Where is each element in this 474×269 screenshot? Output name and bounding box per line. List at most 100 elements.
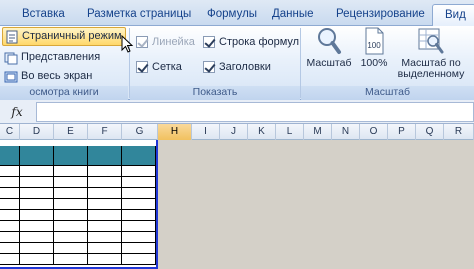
- table-cell[interactable]: [88, 243, 122, 254]
- table-row[interactable]: [0, 210, 156, 221]
- table-cell[interactable]: [88, 146, 122, 166]
- zoom-button[interactable]: Масштаб: [306, 26, 352, 86]
- column-header-c[interactable]: C: [0, 124, 20, 140]
- table-header-row[interactable]: [0, 146, 156, 166]
- custom-views-button[interactable]: Представления: [4, 48, 100, 67]
- table-cell[interactable]: [88, 254, 122, 265]
- column-header-r[interactable]: R: [444, 124, 474, 140]
- table-cell[interactable]: [88, 221, 122, 232]
- full-screen-button[interactable]: Во весь экран: [4, 67, 92, 86]
- zoom-selection-icon: [416, 26, 446, 56]
- table-cell[interactable]: [122, 210, 156, 221]
- tab-view[interactable]: Вид: [432, 4, 474, 27]
- column-header-g[interactable]: G: [122, 124, 158, 140]
- column-header-o[interactable]: O: [360, 124, 388, 140]
- tab-data[interactable]: Данные: [272, 4, 314, 26]
- table-cell[interactable]: [54, 210, 88, 221]
- table-cell[interactable]: [122, 166, 156, 177]
- column-header-k[interactable]: K: [248, 124, 276, 140]
- formula-bar-checkbox[interactable]: Строка формул: [203, 34, 299, 50]
- table-cell[interactable]: [54, 166, 88, 177]
- column-header-p[interactable]: P: [388, 124, 416, 140]
- table-row[interactable]: [0, 177, 156, 188]
- table-cell[interactable]: [0, 210, 20, 221]
- column-header-f[interactable]: F: [88, 124, 122, 140]
- table-cell[interactable]: [54, 254, 88, 265]
- table-row[interactable]: [0, 166, 156, 177]
- tab-insert[interactable]: Вставка: [22, 4, 65, 26]
- zoom-100-button[interactable]: 100 100%: [356, 26, 392, 86]
- column-header-m[interactable]: M: [304, 124, 332, 140]
- headings-checkbox-box[interactable]: [203, 61, 215, 73]
- table-cell[interactable]: [88, 166, 122, 177]
- table-cell[interactable]: [0, 166, 20, 177]
- table-cell[interactable]: [122, 243, 156, 254]
- table-cell[interactable]: [54, 199, 88, 210]
- table-cell[interactable]: [54, 243, 88, 254]
- page-break-view-button[interactable]: Страничный режим: [2, 27, 126, 46]
- table-cell[interactable]: [122, 254, 156, 265]
- column-header-l[interactable]: L: [276, 124, 304, 140]
- insert-function-button[interactable]: fx: [0, 102, 34, 122]
- formula-input[interactable]: [36, 102, 474, 122]
- table-cell[interactable]: [88, 210, 122, 221]
- print-page-area[interactable]: [0, 140, 158, 269]
- table-cell[interactable]: [0, 146, 20, 166]
- table-cell[interactable]: [20, 254, 54, 265]
- column-header-i[interactable]: I: [192, 124, 220, 140]
- table-cell[interactable]: [0, 177, 20, 188]
- table-cell[interactable]: [0, 254, 20, 265]
- table-cell[interactable]: [122, 221, 156, 232]
- column-header-h[interactable]: H: [158, 124, 192, 140]
- headings-checkbox[interactable]: Заголовки: [203, 59, 271, 75]
- tab-formulas[interactable]: Формулы: [207, 4, 257, 26]
- table-cell[interactable]: [0, 199, 20, 210]
- table-cell[interactable]: [20, 210, 54, 221]
- tab-page-layout[interactable]: Разметка страницы: [87, 4, 191, 26]
- gridlines-checkbox-box[interactable]: [136, 61, 148, 73]
- table-cell[interactable]: [88, 232, 122, 243]
- table-row[interactable]: [0, 232, 156, 243]
- table-row[interactable]: [0, 188, 156, 199]
- table-cell[interactable]: [0, 221, 20, 232]
- table-cell[interactable]: [54, 177, 88, 188]
- table-cell[interactable]: [20, 221, 54, 232]
- table-cell[interactable]: [54, 221, 88, 232]
- table-cell[interactable]: [88, 188, 122, 199]
- table-cell[interactable]: [88, 199, 122, 210]
- table-cell[interactable]: [54, 232, 88, 243]
- formula-bar-checkbox-box[interactable]: [203, 36, 215, 48]
- column-header-q[interactable]: Q: [416, 124, 444, 140]
- table-cell[interactable]: [122, 199, 156, 210]
- zoom-to-selection-button[interactable]: Масштаб по выделенному: [396, 26, 466, 86]
- column-header-n[interactable]: N: [332, 124, 360, 140]
- table-cell[interactable]: [0, 232, 20, 243]
- column-header-j[interactable]: J: [220, 124, 248, 140]
- table-cell[interactable]: [54, 188, 88, 199]
- gridlines-checkbox[interactable]: Сетка: [136, 59, 182, 75]
- views-icon: [4, 51, 18, 65]
- table-row[interactable]: [0, 221, 156, 232]
- table-cell[interactable]: [20, 232, 54, 243]
- table-cell[interactable]: [0, 188, 20, 199]
- column-header-e[interactable]: E: [54, 124, 88, 140]
- table-cell[interactable]: [20, 177, 54, 188]
- table-row[interactable]: [0, 199, 156, 210]
- table-cell[interactable]: [20, 166, 54, 177]
- table-cell[interactable]: [20, 243, 54, 254]
- table-cell[interactable]: [122, 146, 156, 166]
- table-cell[interactable]: [122, 232, 156, 243]
- table-cell[interactable]: [20, 188, 54, 199]
- table-cell[interactable]: [20, 146, 54, 166]
- worksheet-area[interactable]: [0, 140, 474, 269]
- tab-review[interactable]: Рецензирование: [336, 4, 425, 26]
- table-cell[interactable]: [88, 177, 122, 188]
- table-cell[interactable]: [54, 146, 88, 166]
- table-cell[interactable]: [122, 177, 156, 188]
- table-cell[interactable]: [0, 243, 20, 254]
- table-row[interactable]: [0, 254, 156, 265]
- table-cell[interactable]: [20, 199, 54, 210]
- table-row[interactable]: [0, 243, 156, 254]
- column-header-d[interactable]: D: [20, 124, 54, 140]
- table-cell[interactable]: [122, 188, 156, 199]
